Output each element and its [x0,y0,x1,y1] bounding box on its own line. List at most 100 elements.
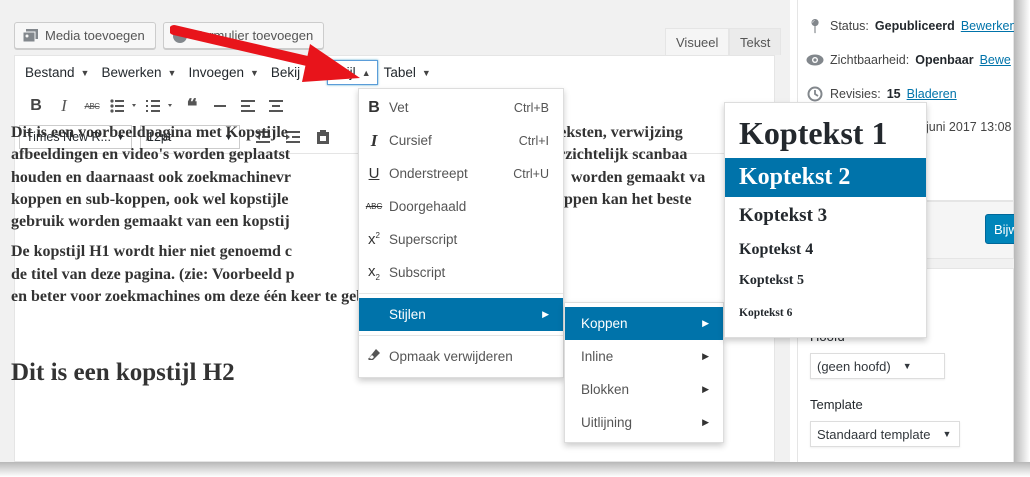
menu-item-bold[interactable]: B Vet Ctrl+B [359,91,563,124]
submenu-blocks-label: Blokken [581,382,630,397]
heading-option-h1[interactable]: Koptekst 1 [725,109,926,157]
numbered-list-button[interactable] [143,93,177,119]
caret-down-icon: ▼ [902,361,912,371]
p1-line-3-right: worden gemaakt va [571,168,706,186]
template-select[interactable]: Standaard template ▼ [810,421,960,447]
submenu-item-alignment[interactable]: Uitlijning ▶ [565,406,723,439]
frame-shadow-right [1014,0,1030,477]
p1-line-1: Dit is een voorbeeldpagina met Kopstijle [11,124,288,141]
p1-line-4: koppen en sub-koppen, ook wel kopstijle [11,190,289,208]
heading-option-h6[interactable]: Koptekst 6 [725,299,926,327]
menu-edit-label: Bewerken [101,65,162,80]
menu-item-strikethrough-label: Doorgehaald [389,199,467,214]
tab-text[interactable]: Tekst [729,28,782,55]
blockquote-button[interactable]: ❝ [179,93,205,119]
caret-down-icon: ▼ [80,67,90,78]
visibility-value: Openbaar [915,53,974,67]
visibility-row: Zichtbaarheid: Openbaar Bewe [806,52,1011,68]
horizontal-line-button[interactable] [207,93,233,119]
revisions-row: Revisies: 15 Bladeren [806,86,957,102]
menu-item-bold-label: Vet [389,100,409,115]
parent-select[interactable]: (geen hoofd) ▼ [810,353,945,379]
red-annotation-arrow-icon [170,25,360,82]
menu-item-subscript[interactable]: x2 Subscript [359,256,563,289]
p1-line-2: afbeeldingen en video's worden geplaatst [11,146,291,164]
heading-h5-label: Koptekst 5 [739,273,804,288]
superscript-icon: x2 [368,231,380,248]
heading-h1-label: Koptekst 1 [739,114,888,151]
menu-table[interactable]: Tabel ▼ [378,61,437,84]
status-row: 📍︎ Status: Gepubliceerd Bewerken [806,18,1016,34]
menu-item-clear-formatting[interactable]: Opmaak verwijderen [359,340,563,373]
caret-down-icon: ▼ [421,67,431,78]
bold-button[interactable]: B [23,93,49,119]
align-left-button[interactable] [235,93,261,119]
status-edit-link[interactable]: Bewerken [961,19,1017,33]
bullet-list-button[interactable] [107,93,141,119]
menu-item-subscript-label: Subscript [389,265,446,280]
strikethrough-icon: ABC [365,202,383,211]
tab-text-label: Tekst [740,34,771,50]
quote-icon: ❝ [186,95,198,118]
frame-shadow-bottom [0,462,1030,477]
menu-item-strikethrough[interactable]: ABC Doorgehaald [359,190,563,223]
chevron-right-icon: ▶ [702,384,709,394]
menu-item-italic[interactable]: I Cursief Ctrl+I [359,124,563,157]
history-icon [806,86,824,102]
screenshot-frame: Media toevoegen Formulier toevoegen Visu… [0,0,1030,477]
p1-line-5: gebruik worden gemaakt van een kopstij [11,213,290,231]
menu-item-italic-label: Cursief [389,133,432,148]
align-left-icon [241,100,255,112]
heading-option-h5[interactable]: Koptekst 5 [725,267,926,295]
visibility-edit-link[interactable]: Bewe [980,53,1011,67]
align-center-button[interactable] [263,93,289,119]
p1-line-4-right: ppen kan het beste [564,190,692,208]
chevron-right-icon: ▶ [702,318,709,328]
strikethrough-button[interactable]: ABC [79,93,105,119]
heading-option-h3[interactable]: Koptekst 3 [725,200,926,232]
menu-item-superscript[interactable]: x2 Superscript [359,223,563,256]
underline-icon: U [368,165,380,182]
status-label: Status: [830,19,869,33]
heading-option-h4[interactable]: Koptekst 4 [725,235,926,265]
bullet-list-icon [110,99,136,113]
submenu-item-blocks[interactable]: Blokken ▶ [565,373,723,406]
menu-file[interactable]: Bestand ▼ [19,61,95,84]
heading-h6-label: Koptekst 6 [739,307,793,319]
eraser-icon [359,348,389,366]
heading-option-h2[interactable]: Koptekst 2 [725,158,926,197]
p2-line-3: en beter voor zoekmachines om deze één k… [11,288,415,306]
visibility-label: Zichtbaarheid: [830,53,910,67]
chevron-right-icon: ▶ [702,351,709,361]
template-select-value: Standaard template [817,426,931,442]
p2-line-1: De kopstijl H1 wordt hier niet genoemd c [11,243,293,261]
p1-line-3: houden en daarnaast ook zoekmachinevr [11,168,292,186]
revisions-value: 15 [886,87,901,101]
menu-item-underline[interactable]: U Onderstreept Ctrl+U [359,157,563,190]
chevron-right-icon: ▶ [542,309,549,319]
menu-item-superscript-label: Superscript [389,232,458,247]
submenu-item-headings[interactable]: Koppen ▶ [565,307,723,340]
style-menu: B Vet Ctrl+B I Cursief Ctrl+I U Onderstr… [358,88,564,378]
heading-h4-label: Koptekst 4 [739,241,814,258]
heading-h3-label: Koptekst 3 [739,205,828,226]
revisions-browse-link[interactable]: Bladeren [907,87,957,101]
submenu-alignment-label: Uitlijning [581,415,633,430]
italic-button[interactable]: I [51,93,77,119]
shortcut-underline: Ctrl+U [513,166,549,181]
horizontal-line-icon [214,105,226,107]
menu-item-styles-label: Stijlen [389,307,426,322]
submenu-item-inline[interactable]: Inline ▶ [565,340,723,373]
menu-separator [359,335,563,336]
menu-table-label: Tabel [383,65,416,80]
numbered-list-icon [146,100,172,112]
shortcut-bold: Ctrl+B [513,100,549,115]
chevron-right-icon: ▶ [702,417,709,427]
menu-item-underline-label: Onderstreept [389,166,468,181]
add-media-button[interactable]: Media toevoegen [14,22,156,49]
pin-icon: 📍︎ [806,17,824,34]
publish-date-text: juni 2017 13:08 [926,120,1012,134]
tab-visual[interactable]: Visueel [665,28,730,55]
menu-item-styles[interactable]: Stijlen ▶ [359,298,563,331]
p1-line-2-right: erzichtelijk scanbaa [551,146,688,164]
